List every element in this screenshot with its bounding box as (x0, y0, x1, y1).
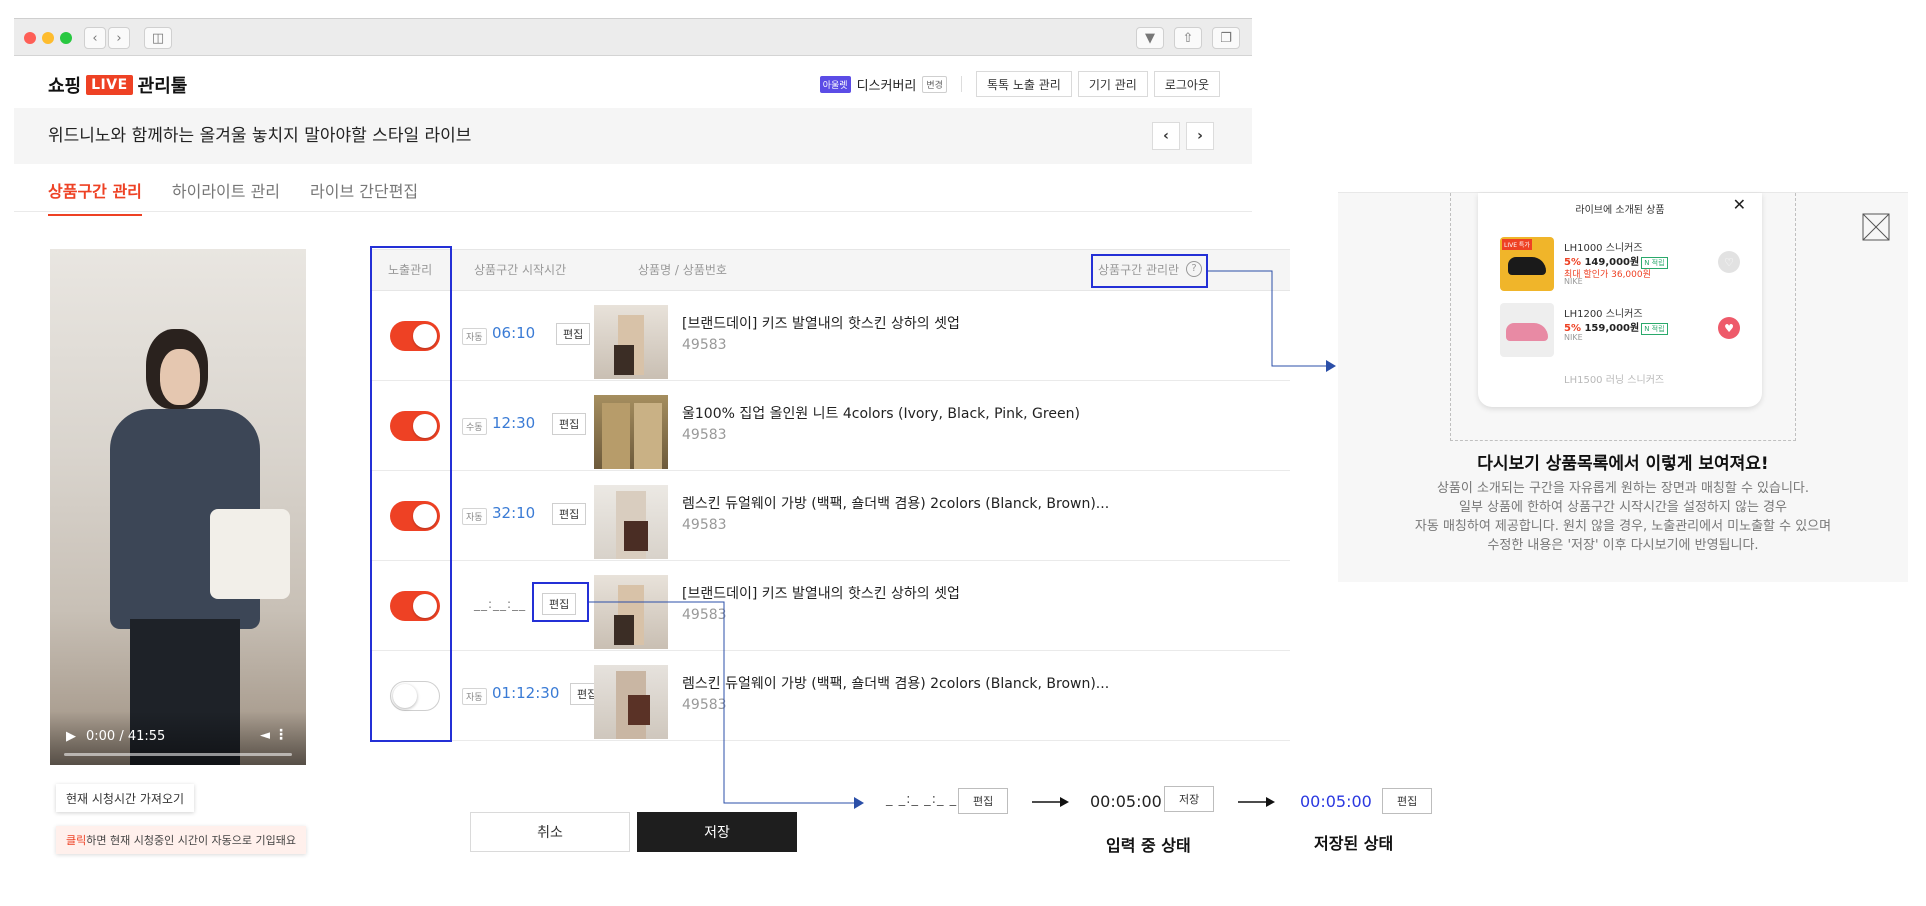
preview-description: 상품이 소개되는 구간을 자유롭게 원하는 장면과 매칭할 수 있습니다. 일부… (1338, 479, 1908, 555)
description-line: 상품이 소개되는 구간을 자유롭게 원하는 장면과 매칭할 수 있습니다. (1436, 481, 1810, 496)
flow-caption-input: 입력 중 상태 (1106, 836, 1191, 855)
popup-title: 라이브에 소개된 상품 (1575, 205, 1665, 216)
product-thumbnail: LIVE 특가 (1500, 237, 1554, 291)
flow-input-time: 00:05:00 (1090, 792, 1162, 811)
flow-edit-button[interactable]: 편집 (1382, 788, 1433, 814)
popup-product-brand: NIKE (1564, 333, 1583, 342)
point-badge: N 적립 (1641, 323, 1668, 335)
flow-caption-saved: 저장된 상태 (1314, 834, 1394, 853)
flow-saved-time: 00:05:00 (1300, 792, 1372, 811)
sneaker-image (1508, 257, 1546, 275)
description-line: 일부 상품에 한하여 상품구간 시작시간을 설정하지 않는 경우 (1459, 500, 1787, 515)
phone-popup: 라이브에 소개된 상품 ✕ LIVE 특가 LH1000 스니커즈 5% 149… (1478, 193, 1762, 407)
heart-icon[interactable]: ♡ (1718, 251, 1740, 273)
popup-product-brand: NIKE (1564, 277, 1583, 286)
heart-icon[interactable]: ♥ (1718, 317, 1740, 339)
live-badge: LIVE 특가 (1502, 239, 1532, 250)
close-icon[interactable]: ✕ (1733, 195, 1746, 214)
popup-product-title: LH1500 러닝 스니커즈 (1564, 375, 1665, 386)
flow-edit-button[interactable]: 편집 (958, 788, 1009, 814)
popup-product-item[interactable]: LH1200 스니커즈 5% 159,000원 N 적립 NIKE ♥ (1500, 303, 1750, 361)
price: 159,000원 (1584, 323, 1640, 334)
description-line: 수정한 내용은 '저장' 이후 다시보기에 반영됩니다. (1487, 538, 1759, 553)
popup-product-title: LH1200 스니커즈 (1564, 309, 1643, 320)
preview-panel: 라이브에 소개된 상품 ✕ LIVE 특가 LH1000 스니커즈 5% 149… (1338, 192, 1908, 582)
close-icon[interactable] (1862, 213, 1890, 241)
popup-product-title: LH1000 스니커즈 (1564, 243, 1643, 254)
description-line: 자동 매칭하여 제공합니다. 원치 않을 경우, 노출관리에서 미노출할 수 있… (1414, 519, 1832, 534)
flow-save-button[interactable]: 저장 (1164, 786, 1215, 812)
product-thumbnail (1500, 303, 1554, 357)
flow-empty-time: _ _:_ _:_ _ (886, 792, 958, 807)
popup-product-item[interactable]: LH1500 러닝 스니커즈 (1500, 369, 1750, 407)
preview-heading: 다시보기 상품목록에서 이렇게 보여져요! (1477, 454, 1769, 474)
popup-product-item[interactable]: LIVE 특가 LH1000 스니커즈 5% 149,000원 N 적립 최대 할… (1500, 237, 1750, 295)
sneaker-image (1506, 323, 1548, 341)
